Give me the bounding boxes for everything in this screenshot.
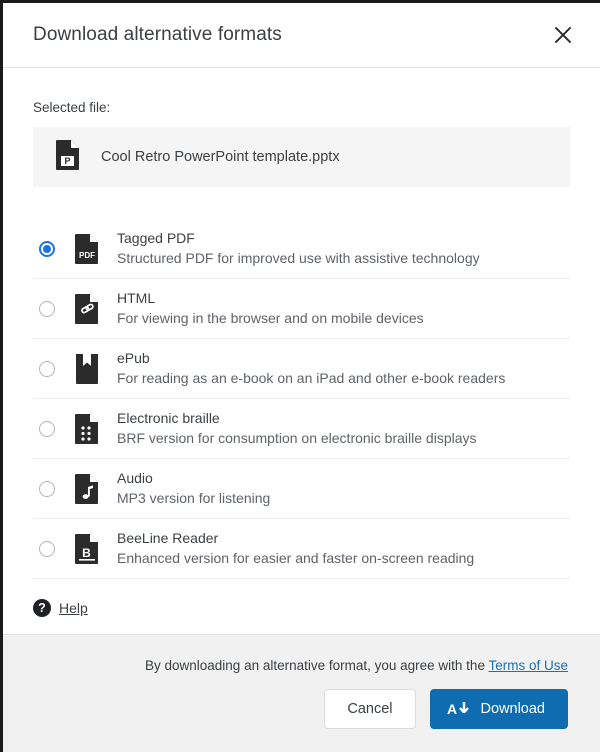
radio-epub[interactable] — [39, 360, 55, 377]
help-link[interactable]: Help — [59, 600, 88, 616]
close-icon — [552, 24, 574, 46]
beeline-file-icon: B — [73, 532, 101, 566]
svg-text:B: B — [82, 546, 91, 560]
selected-file-chip: P Cool Retro PowerPoint template.pptx — [33, 127, 570, 187]
question-mark-icon: ? — [33, 599, 51, 617]
radio-electronic-braille[interactable] — [39, 420, 55, 437]
option-title: HTML — [117, 290, 156, 307]
svg-text:P: P — [64, 156, 70, 166]
terms-of-use-link[interactable]: Terms of Use — [488, 658, 568, 673]
download-alternative-formats-dialog: Download alternative formats Selected fi… — [3, 3, 600, 752]
radio-html[interactable] — [39, 300, 55, 317]
download-button-label: Download — [480, 701, 546, 717]
option-row-audio[interactable]: Audio MP3 version for listening — [33, 459, 570, 519]
option-title: ePub — [117, 350, 150, 367]
help-row[interactable]: ? Help — [33, 599, 570, 617]
option-description: BRF version for consumption on electroni… — [117, 429, 477, 446]
braille-file-icon — [73, 412, 101, 446]
svg-text:A: A — [447, 701, 457, 717]
option-title: BeeLine Reader — [117, 530, 219, 547]
cancel-button[interactable]: Cancel — [324, 689, 416, 729]
download-button[interactable]: A Download — [429, 689, 568, 729]
option-row-tagged-pdf[interactable]: PDF Tagged PDF Structured PDF for improv… — [33, 219, 570, 279]
close-button[interactable] — [544, 16, 582, 54]
radio-tagged-pdf[interactable] — [39, 240, 55, 257]
selected-file-name: Cool Retro PowerPoint template.pptx — [101, 149, 340, 165]
format-options-list: PDF Tagged PDF Structured PDF for improv… — [33, 219, 570, 579]
footer-buttons: Cancel A Download — [324, 689, 568, 729]
option-row-beeline-reader[interactable]: B BeeLine Reader Enhanced version for ea… — [33, 519, 570, 579]
option-row-epub[interactable]: ePub For reading as an e-book on an iPad… — [33, 339, 570, 399]
terms-notice: By downloading an alternative format, yo… — [145, 658, 568, 673]
epub-book-icon — [73, 352, 101, 386]
radio-beeline-reader[interactable] — [39, 540, 55, 557]
option-description: For viewing in the browser and on mobile… — [117, 309, 424, 326]
option-description: For reading as an e-book on an iPad and … — [117, 369, 506, 386]
option-row-html[interactable]: HTML For viewing in the browser and on m… — [33, 279, 570, 339]
pdf-file-icon: PDF — [73, 232, 101, 266]
option-row-electronic-braille[interactable]: Electronic braille BRF version for consu… — [33, 399, 570, 459]
page-title: Download alternative formats — [33, 24, 282, 45]
option-description: Enhanced version for easier and faster o… — [117, 549, 475, 566]
powerpoint-file-icon: P — [55, 139, 81, 176]
html-link-file-icon — [73, 292, 101, 326]
option-title: Tagged PDF — [117, 230, 195, 247]
selected-file-label: Selected file: — [33, 100, 111, 115]
terms-notice-text: By downloading an alternative format, yo… — [145, 658, 485, 673]
option-description: Structured PDF for improved use with ass… — [117, 249, 480, 266]
svg-text:PDF: PDF — [79, 251, 95, 260]
window-frame: Download alternative formats Selected fi… — [0, 0, 600, 752]
dialog-footer: By downloading an alternative format, yo… — [3, 634, 600, 752]
option-title: Electronic braille — [117, 410, 220, 427]
dialog-body: Selected file: P Cool Retro PowerPoint t… — [3, 68, 600, 634]
option-title: Audio — [117, 470, 153, 487]
dialog-header: Download alternative formats — [3, 3, 600, 68]
radio-audio[interactable] — [39, 480, 55, 497]
audio-note-file-icon — [73, 472, 101, 506]
option-description: MP3 version for listening — [117, 489, 271, 506]
text-download-arrow-icon: A — [447, 701, 471, 717]
